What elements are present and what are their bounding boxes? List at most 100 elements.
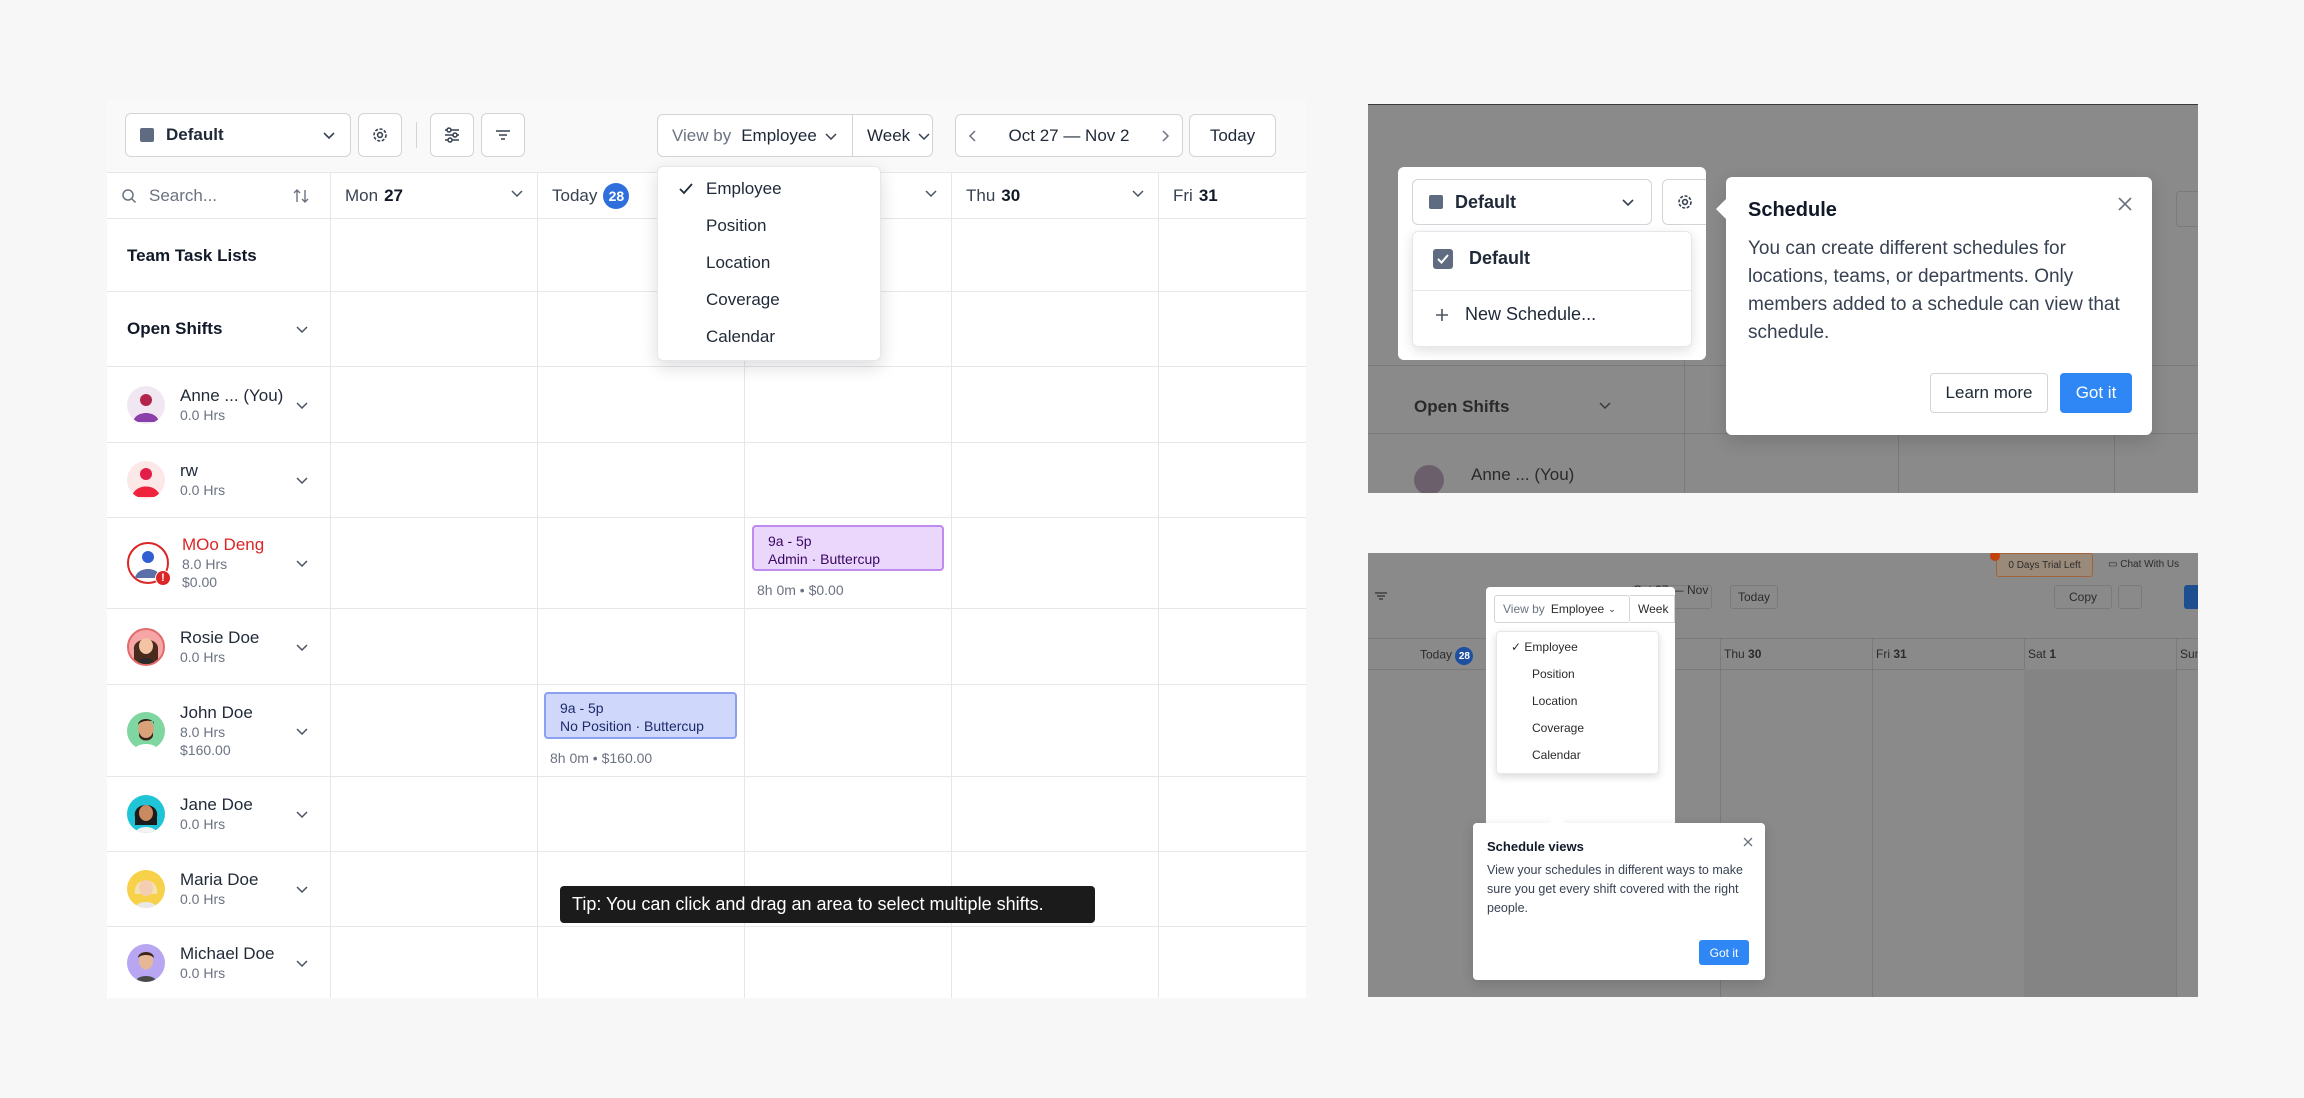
filter-button[interactable] [481,113,525,157]
view-by-value: Employee [1550,602,1605,616]
day-header-mon[interactable]: Mon 27 [331,173,537,219]
day-header-thu[interactable]: Thu 30 [1724,647,1761,661]
filter-icon[interactable] [1374,591,1388,601]
new-schedule-item[interactable]: New Schedule... [1435,304,1596,325]
employee-row[interactable]: Rosie Doe 0.0 Hrs [107,609,330,684]
schedule-settings-button[interactable] [1662,179,1706,225]
today-date-badge: 28 [603,183,630,209]
day-header-fri[interactable]: Fri 31 [1876,647,1907,661]
employee-row[interactable]: Anne ... (You) 0.0 Hrs [107,367,330,442]
search-cell[interactable]: Search... [107,173,330,219]
day-number: 31 [1893,647,1907,661]
employee-name: Rosie Doe [180,627,260,647]
schedule-select[interactable]: Default [1412,179,1652,225]
week-label: Week [867,125,911,145]
menu-item-calendar[interactable]: Calendar [1532,748,1581,762]
today-button[interactable]: Today [1730,585,1778,609]
chevron-right-icon[interactable] [1160,129,1170,143]
chevron-down-icon [925,189,937,197]
open-shifts-row[interactable]: Open Shifts [107,292,330,366]
popover-arrow [1549,815,1565,823]
sliders-icon [443,126,461,144]
employee-row[interactable]: Michael Doe 0.0 Hrs [107,927,330,998]
menu-item-employee[interactable]: Employee [658,179,880,199]
today-button[interactable]: Today [1189,114,1276,157]
schedule-settings-button[interactable] [358,113,402,157]
day-header-fri[interactable]: Fri 31 [1159,173,1306,219]
chevron-down-icon [1132,189,1144,197]
employee-row[interactable]: rw 0.0 Hrs [107,443,330,517]
day-header-sun[interactable]: Sun [2180,647,2198,661]
chevron-down-icon [511,189,523,197]
employee-name: Michael Doe [180,943,275,963]
trial-badge[interactable]: 0 Days Trial Left [1996,553,2093,577]
day-name: Mon [345,186,379,205]
got-it-button[interactable]: Got it [2060,373,2132,413]
chevron-left-icon[interactable] [968,129,978,143]
team-task-lists-row[interactable]: Team Task Lists [107,220,330,291]
chevron-down-icon[interactable] [296,959,308,967]
chevron-down-icon [825,132,837,140]
adjust-button[interactable] [430,113,474,157]
day-number: 27 [384,186,403,205]
menu-item-calendar[interactable]: Calendar [658,327,880,347]
employee-row[interactable]: John Doe 8.0 Hrs $160.00 [107,685,330,776]
chevron-down-icon[interactable] [296,727,308,735]
employee-row[interactable]: Jane Doe 0.0 Hrs [107,777,330,851]
copy-button[interactable]: Copy [2054,585,2112,609]
shift-time: 9a - 5p [560,700,604,716]
menu-item-location[interactable]: Location [1532,694,1577,708]
expand-icon[interactable] [2118,585,2142,609]
employee-hours: 0.0 Hrs [180,891,226,907]
menu-item-default[interactable]: Default [1433,248,1530,269]
week-select[interactable]: Week [1630,595,1675,623]
chevron-down-icon[interactable] [296,559,308,567]
chevron-down-icon[interactable] [296,476,308,484]
employee-row[interactable]: ! MOo Deng 8.0 Hrs $0.00 [107,518,330,608]
date-range-label: Oct 27 — Nov 2 [1008,125,1130,145]
primary-button-partial[interactable] [2184,585,2198,609]
schedule-color-swatch [140,128,154,142]
day-header-thu[interactable]: Thu 30 [952,173,1158,219]
employee-pay: $160.00 [180,741,231,758]
view-by-select[interactable]: View by Employee [657,114,853,157]
menu-item-location[interactable]: Location [658,253,880,273]
chevron-down-icon[interactable] [296,401,308,409]
grid-line [1158,172,1159,998]
check-icon: ✓ [1511,640,1525,654]
shift-card[interactable]: 9a - 5p Admin · Buttercup [752,525,944,571]
day-header-sat[interactable]: Sat 1 [2028,647,2056,661]
schedule-select-label: Default [166,125,224,144]
got-it-button[interactable]: Got it [1699,940,1749,965]
tip-tooltip: Tip: You can click and drag an area to s… [560,886,1095,923]
avatar [127,795,165,833]
chevron-down-icon[interactable] [296,885,308,893]
week-select[interactable]: Week [853,114,933,157]
menu-item-position[interactable]: Position [658,216,880,236]
view-by-key: View by [1503,602,1545,616]
toolbar-divider [416,122,417,148]
menu-item-coverage[interactable]: Coverage [1532,721,1584,735]
sort-icon[interactable] [292,187,310,205]
employee-name: rw [180,461,198,480]
view-by-select[interactable]: View by Employee ⌄ [1494,595,1630,623]
close-icon[interactable] [2118,197,2132,211]
search-input[interactable]: Search... [149,186,217,206]
avatar [127,627,165,666]
close-icon[interactable] [1743,837,1753,847]
menu-item-coverage[interactable]: Coverage [658,290,880,310]
day-header-today[interactable]: Today 28 [1420,647,1474,665]
avatar: ! [127,542,171,586]
avatar [127,385,165,424]
chevron-down-icon: ⌄ [1608,603,1616,614]
chat-link[interactable]: ▭ Chat With Us [2108,559,2179,570]
chevron-down-icon[interactable] [296,643,308,651]
chevron-down-icon[interactable] [296,810,308,818]
shift-card[interactable]: 9a - 5p No Position · Buttercup [544,692,737,739]
employee-row[interactable]: Maria Doe 0.0 Hrs [107,852,330,926]
menu-item-employee[interactable]: ✓ Employee [1511,640,1578,654]
schedule-select[interactable]: Default [125,113,351,157]
day-number: 30 [1748,647,1762,661]
learn-more-button[interactable]: Learn more [1930,373,2048,413]
menu-item-position[interactable]: Position [1532,667,1575,681]
